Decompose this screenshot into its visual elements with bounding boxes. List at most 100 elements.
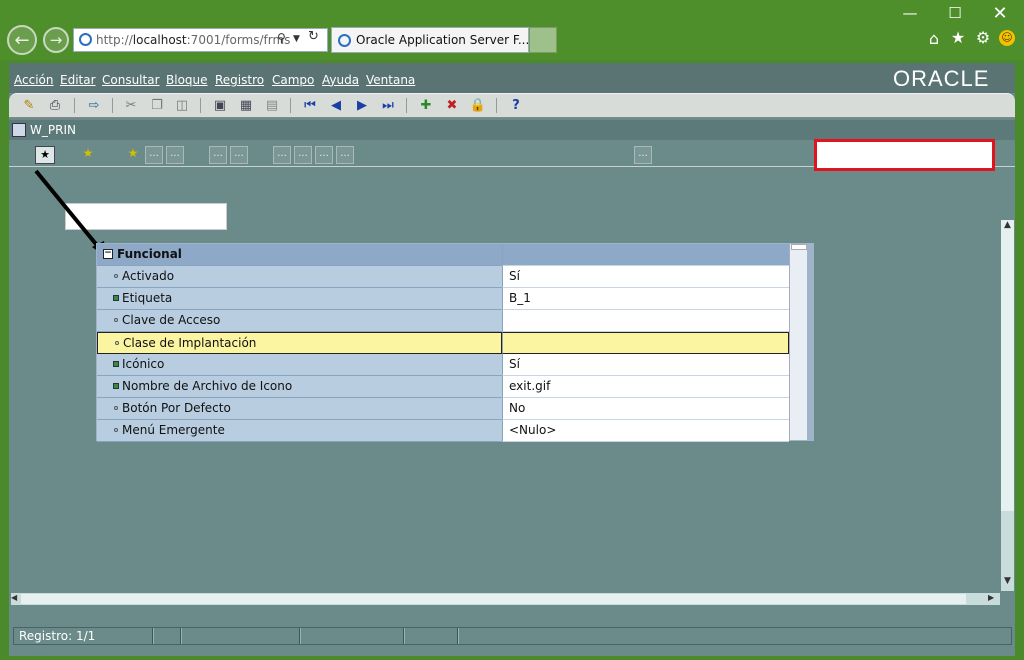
highlighted-input-box[interactable] (814, 139, 995, 171)
property-row[interactable]: Menú Emergente <Nulo> (97, 420, 789, 442)
dots-button[interactable]: ... (209, 146, 227, 164)
status-divider (152, 628, 154, 644)
toolbar-separator (112, 98, 113, 113)
dots-button[interactable]: ... (634, 146, 652, 164)
close-icon[interactable]: ✕ (985, 3, 1015, 24)
status-bar: Registro: 1/1 (13, 627, 1012, 645)
menu-registro[interactable]: Registro (215, 72, 264, 88)
menu-consultar[interactable]: Consultar (102, 72, 160, 88)
copy-icon[interactable]: ❐ (147, 96, 167, 115)
favorites-star-icon[interactable]: ★ (947, 28, 969, 47)
scroll-up-icon[interactable]: ▲ (1001, 220, 1014, 231)
status-divider (180, 628, 182, 644)
ie-tab-icon (338, 34, 351, 47)
enter-query-icon[interactable]: ▣ (210, 96, 230, 115)
property-value[interactable] (502, 310, 789, 332)
exit-icon[interactable]: ⇨ (84, 96, 104, 115)
next-record-icon[interactable]: ▶ (352, 96, 372, 115)
back-button[interactable]: ← (7, 25, 37, 55)
toolbar-separator (406, 98, 407, 113)
image-button-3-icon[interactable]: ★ (123, 146, 143, 164)
property-value[interactable]: B_1 (502, 288, 789, 310)
property-row[interactable]: Icónico Sí (97, 354, 789, 376)
new-tab-button[interactable] (529, 27, 557, 53)
dots-button[interactable]: ... (230, 146, 248, 164)
property-label: Nombre de Archivo de Icono (122, 379, 293, 393)
property-row[interactable]: Etiqueta B_1 (97, 288, 789, 310)
dots-button[interactable]: ... (336, 146, 354, 164)
dots-button[interactable]: ... (166, 146, 184, 164)
menu-campo[interactable]: Campo (272, 72, 314, 88)
cancel-query-icon[interactable]: ▤ (262, 96, 282, 115)
property-name: Menú Emergente (97, 420, 502, 442)
property-value[interactable]: <Nulo> (502, 420, 789, 442)
delete-record-icon[interactable]: ✖ (442, 96, 462, 115)
horizontal-scrollbar[interactable]: ◀ ▶ (11, 593, 1000, 605)
dots-button[interactable]: ... (294, 146, 312, 164)
smiley-feedback-icon[interactable]: ☺ (999, 30, 1015, 46)
menu-accion[interactable]: Acción (14, 72, 53, 88)
window-app-icon (12, 123, 26, 137)
help-icon[interactable]: ? (506, 96, 526, 115)
property-row[interactable]: Clave de Acceso (97, 310, 789, 332)
maximize-icon[interactable]: ☐ (940, 4, 970, 22)
image-button-2-icon[interactable]: ★ (78, 146, 98, 164)
paste-icon[interactable]: ◫ (172, 96, 192, 115)
save-icon[interactable]: ✎ (19, 96, 39, 115)
toolbar-separator (290, 98, 291, 113)
group-value (502, 244, 789, 266)
palette-border (807, 244, 814, 440)
last-record-icon[interactable]: ⏭ (378, 96, 398, 115)
cut-icon[interactable]: ✂ (121, 96, 141, 115)
search-icon[interactable]: ⚲ (277, 31, 291, 47)
vertical-scrollbar[interactable]: ▼ (1001, 231, 1014, 591)
dots-button[interactable]: ... (145, 146, 163, 164)
property-row[interactable]: Botón Por Defecto No (97, 398, 789, 420)
property-row[interactable]: Nombre de Archivo de Icono exit.gif (97, 376, 789, 398)
palette-scrollbar[interactable] (789, 244, 808, 440)
hscroll-thumb[interactable] (21, 594, 966, 604)
scroll-left-icon[interactable]: ◀ (11, 593, 21, 605)
home-icon[interactable]: ⌂ (923, 29, 945, 48)
default-marker-icon (114, 428, 118, 432)
settings-gear-icon[interactable]: ⚙ (972, 28, 994, 47)
url-host: localhost (132, 33, 187, 47)
previous-record-icon[interactable]: ◀ (326, 96, 346, 115)
menu-editar[interactable]: Editar (60, 72, 96, 88)
property-name: Clase de Implantación (97, 332, 502, 354)
dots-button[interactable]: ... (273, 146, 291, 164)
property-label: Clase de Implantación (123, 336, 257, 350)
collapse-icon[interactable]: − (103, 249, 113, 259)
scroll-right-icon[interactable]: ▶ (988, 593, 998, 605)
print-icon[interactable]: ⎙ (45, 96, 65, 115)
property-name: Etiqueta (97, 288, 502, 310)
property-value[interactable] (502, 332, 789, 354)
refresh-icon[interactable]: ↻ (308, 29, 322, 47)
image-button-1-icon[interactable]: ★ (35, 146, 55, 164)
menu-bloque[interactable]: Bloque (166, 72, 208, 88)
property-value[interactable]: Sí (502, 354, 789, 376)
menu-ventana[interactable]: Ventana (366, 72, 415, 88)
scroll-down-icon[interactable]: ▼ (1002, 576, 1013, 588)
scroll-thumb[interactable] (791, 244, 807, 250)
property-row[interactable]: Activado Sí (97, 266, 789, 288)
forward-button[interactable]: → (43, 27, 69, 53)
url-rest: :7001/forms/frms (186, 33, 291, 47)
menu-ayuda[interactable]: Ayuda (322, 72, 359, 88)
insert-record-icon[interactable]: ✚ (416, 96, 436, 115)
property-row[interactable]: Clase de Implantación (97, 332, 789, 354)
property-value[interactable]: No (502, 398, 789, 420)
lock-record-icon[interactable]: 🔒 (468, 96, 488, 115)
first-record-icon[interactable]: ⏮ (300, 96, 320, 115)
property-value[interactable]: Sí (502, 266, 789, 288)
dots-button[interactable]: ... (315, 146, 333, 164)
execute-query-icon[interactable]: ▦ (236, 96, 256, 115)
browser-tab[interactable]: Oracle Application Server F... (331, 27, 529, 53)
dropdown-icon[interactable]: ▼ (293, 31, 303, 47)
group-label: Funcional (117, 247, 182, 261)
toolbar-separator (496, 98, 497, 113)
forward-arrow-icon: → (49, 31, 63, 49)
property-value[interactable]: exit.gif (502, 376, 789, 398)
palette-group-header[interactable]: − Funcional (97, 244, 789, 266)
minimize-icon[interactable]: — (895, 4, 925, 22)
